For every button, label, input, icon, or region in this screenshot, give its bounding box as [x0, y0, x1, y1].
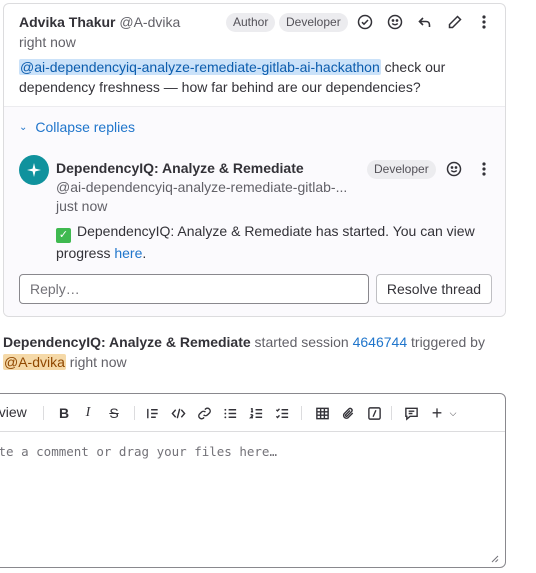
- preview-tab[interactable]: eview: [0, 404, 27, 420]
- session-link[interactable]: 4646744: [353, 334, 408, 350]
- toolbar-divider: [134, 406, 135, 420]
- bullet-list-icon[interactable]: [221, 403, 239, 423]
- toolbar-divider: [301, 406, 302, 420]
- resize-grip-icon[interactable]: [491, 555, 499, 563]
- comment-editor: eview B I S: [0, 393, 506, 568]
- system-note-time[interactable]: right now: [66, 354, 127, 370]
- task-list-icon[interactable]: [273, 403, 291, 423]
- reply-author-name[interactable]: DependencyIQ: Analyze & Remediate: [56, 160, 304, 176]
- bot-avatar[interactable]: [19, 155, 49, 185]
- system-note-actor[interactable]: DependencyIQ: Analyze & Remediate: [3, 334, 251, 350]
- reply-icon[interactable]: [415, 12, 435, 32]
- reply-input[interactable]: [19, 274, 369, 304]
- toolbar-divider: [43, 406, 44, 420]
- edit-pencil-icon[interactable]: [445, 12, 465, 32]
- author-badge: Author: [226, 13, 276, 32]
- attachment-icon[interactable]: [339, 403, 357, 423]
- check-mark-emoji-icon: ✓: [56, 228, 71, 243]
- link-icon[interactable]: [195, 403, 213, 423]
- discussion-thread: Advika Thakur @A-dvika right now Author …: [3, 3, 506, 317]
- code-icon[interactable]: [169, 403, 187, 423]
- reply-body-end: .: [142, 245, 147, 261]
- author-handle[interactable]: @A-dvika: [119, 14, 180, 30]
- reply-emoji-reaction-icon[interactable]: [444, 159, 464, 179]
- bold-icon[interactable]: B: [55, 403, 73, 423]
- system-note: DependencyIQ: Analyze & Remediate starte…: [3, 332, 513, 372]
- note-timestamp[interactable]: right now: [19, 34, 76, 50]
- author-name[interactable]: Advika Thakur: [19, 14, 115, 30]
- quote-icon[interactable]: [143, 403, 161, 423]
- progress-link[interactable]: here: [114, 245, 142, 261]
- reply-developer-badge: Developer: [367, 160, 436, 179]
- user-mention[interactable]: @ai-dependencyiq-analyze-remediate-gitla…: [19, 59, 381, 75]
- resolve-thread-button[interactable]: Resolve thread: [376, 274, 492, 304]
- system-note-text-2: triggered by: [407, 334, 485, 350]
- self-mention[interactable]: @A-dvika: [3, 354, 66, 370]
- reply-body: ✓ DependencyIQ: Analyze & Remediate has s…: [56, 221, 486, 263]
- chevron-down-icon[interactable]: ⌵: [444, 403, 462, 423]
- main-note: Advika Thakur @A-dvika right now Author …: [4, 4, 505, 106]
- editor-toolbar: eview B I S: [0, 394, 505, 432]
- reply-timestamp[interactable]: just now: [56, 198, 107, 214]
- note-body: @ai-dependencyiq-analyze-remediate-gitla…: [19, 57, 489, 97]
- slash-command-icon[interactable]: [365, 403, 383, 423]
- comment-template-icon[interactable]: [402, 403, 420, 423]
- note-author[interactable]: Advika Thakur @A-dvika: [19, 14, 180, 30]
- strikethrough-icon[interactable]: S: [105, 403, 123, 423]
- reply-more-actions-icon[interactable]: [474, 159, 494, 179]
- more-actions-icon[interactable]: [474, 12, 494, 32]
- emoji-reaction-icon[interactable]: [385, 12, 405, 32]
- chevron-down-icon: ⌄: [19, 121, 28, 133]
- table-icon[interactable]: [313, 403, 331, 423]
- collapse-replies-button[interactable]: ⌄ Collapse replies: [19, 119, 135, 135]
- sparkle-icon: [27, 163, 41, 177]
- toolbar-divider: [391, 406, 392, 420]
- collapse-replies-label: Collapse replies: [35, 119, 135, 135]
- reply-author-handle[interactable]: @ai-dependencyiq-analyze-remediate-gitla…: [56, 179, 356, 195]
- comment-textarea[interactable]: ite a comment or drag your files here…: [0, 444, 505, 459]
- developer-badge: Developer: [279, 13, 348, 32]
- replies-section: ⌄ Collapse replies DependencyIQ: Analyze…: [4, 106, 505, 316]
- italic-icon[interactable]: I: [79, 403, 97, 423]
- resolve-check-icon[interactable]: [355, 12, 375, 32]
- system-note-text: started session: [250, 334, 353, 350]
- numbered-list-icon[interactable]: [247, 403, 265, 423]
